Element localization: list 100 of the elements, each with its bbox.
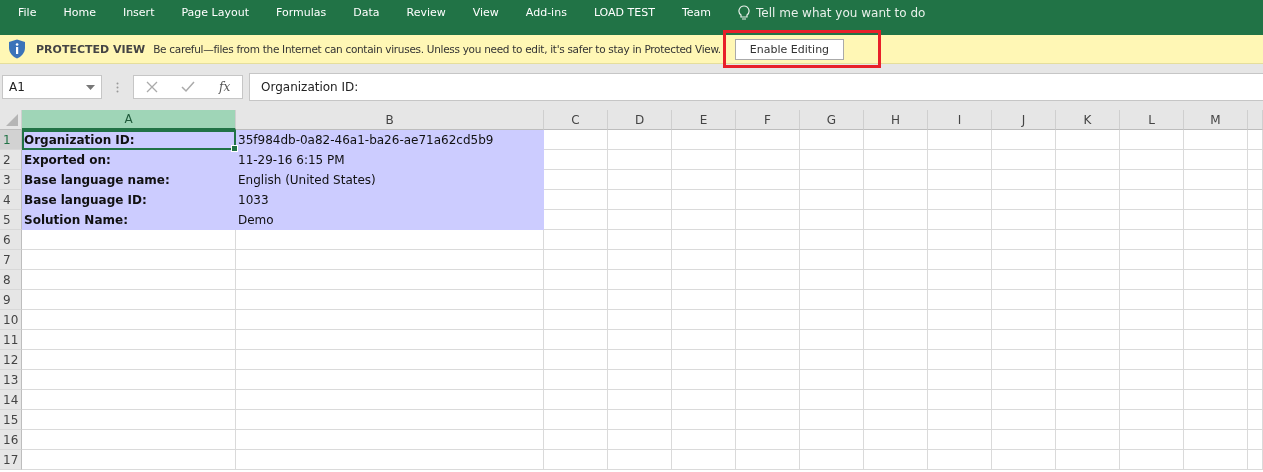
column-header[interactable]: B xyxy=(236,110,544,130)
table-cell xyxy=(736,150,800,170)
ribbon-tab[interactable]: Insert xyxy=(122,0,155,19)
table-cell xyxy=(608,350,672,370)
table-cell xyxy=(1056,370,1120,390)
protected-view-message: Be careful—files from the Internet can contain viruses. Unless you need to edit, it's safer to stay in Protected View. xyxy=(153,43,721,55)
row-header[interactable]: 11 xyxy=(0,330,22,350)
column-header[interactable]: D xyxy=(608,110,672,130)
check-icon[interactable] xyxy=(181,81,196,93)
table-cell xyxy=(1248,350,1263,370)
table-cell xyxy=(928,410,992,430)
table-cell: Base language name: xyxy=(22,170,236,190)
table-cell xyxy=(544,150,608,170)
column-header[interactable]: A xyxy=(22,110,236,130)
column-header[interactable]: H xyxy=(864,110,928,130)
table-cell xyxy=(736,350,800,370)
ribbon-tab[interactable]: Review xyxy=(406,0,446,19)
column-header[interactable]: L xyxy=(1120,110,1184,130)
table-cell xyxy=(544,130,608,150)
table-cell xyxy=(672,230,736,250)
table-cell: Demo xyxy=(236,210,544,230)
ribbon-tab[interactable]: Data xyxy=(353,0,380,19)
table-cell xyxy=(992,270,1056,290)
table-cell xyxy=(928,310,992,330)
ribbon-tab[interactable]: View xyxy=(472,0,499,19)
name-box[interactable]: A1 xyxy=(2,75,102,99)
table-cell xyxy=(736,370,800,390)
column-header[interactable]: G xyxy=(800,110,864,130)
ribbon-tab[interactable]: Home xyxy=(63,0,96,19)
corner-triangle-icon xyxy=(6,114,18,126)
column-header[interactable]: M xyxy=(1184,110,1248,130)
column-header[interactable]: I xyxy=(928,110,992,130)
table-cell xyxy=(736,310,800,330)
table-cell xyxy=(992,210,1056,230)
table-cell xyxy=(608,310,672,330)
table-cell xyxy=(1248,370,1263,390)
row-header[interactable]: 6 xyxy=(0,230,22,250)
ribbon-tab[interactable]: Formulas xyxy=(276,0,327,19)
table-cell xyxy=(672,210,736,230)
ribbon-tab[interactable]: Page Layout xyxy=(181,0,249,19)
ribbon-tab[interactable]: Add-ins xyxy=(525,0,567,19)
column-header[interactable]: E xyxy=(672,110,736,130)
row-header[interactable]: 5 xyxy=(0,210,22,230)
table-cell xyxy=(1184,190,1248,210)
table-cell xyxy=(544,250,608,270)
column-header[interactable]: K xyxy=(1056,110,1120,130)
table-cell xyxy=(928,190,992,210)
table-cell xyxy=(800,410,864,430)
insert-function-button[interactable]: fx xyxy=(219,80,231,94)
row-header[interactable]: 1 xyxy=(0,130,22,150)
row-header[interactable]: 4 xyxy=(0,190,22,210)
row-header[interactable]: 15 xyxy=(0,410,22,430)
table-cell xyxy=(1248,390,1263,410)
column-header[interactable]: C xyxy=(544,110,608,130)
row-header[interactable]: 14 xyxy=(0,390,22,410)
table-cell xyxy=(1056,250,1120,270)
column-header[interactable] xyxy=(1248,110,1263,130)
row-header[interactable]: 13 xyxy=(0,370,22,390)
table-cell xyxy=(800,190,864,210)
table-cell xyxy=(864,350,928,370)
table-cell xyxy=(608,250,672,270)
row-header[interactable]: 3 xyxy=(0,170,22,190)
table-cell xyxy=(1056,130,1120,150)
row-header[interactable]: 2 xyxy=(0,150,22,170)
row-header[interactable]: 17 xyxy=(0,450,22,470)
row-header[interactable]: 7 xyxy=(0,250,22,270)
row-header[interactable]: 9 xyxy=(0,290,22,310)
formula-field[interactable]: Organization ID: xyxy=(249,73,1263,101)
ribbon-tab[interactable]: File xyxy=(18,0,37,19)
table-cell xyxy=(1120,190,1184,210)
table-cell xyxy=(736,250,800,270)
table-cell xyxy=(672,270,736,290)
table-cell xyxy=(992,390,1056,410)
table-cell xyxy=(992,430,1056,450)
row-header[interactable]: 10 xyxy=(0,310,22,330)
table-cell xyxy=(928,330,992,350)
enable-editing-button[interactable]: Enable Editing xyxy=(734,38,845,60)
table-cell xyxy=(800,250,864,270)
tell-me-search[interactable]: Tell me what you want to do xyxy=(738,0,926,21)
table-cell xyxy=(800,450,864,470)
table-cell xyxy=(800,430,864,450)
table-cell xyxy=(1184,210,1248,230)
column-header[interactable]: F xyxy=(736,110,800,130)
select-all-corner[interactable] xyxy=(0,110,22,130)
row-header[interactable]: 8 xyxy=(0,270,22,290)
table-cell xyxy=(928,270,992,290)
column-header[interactable]: J xyxy=(992,110,1056,130)
table-cell xyxy=(544,430,608,450)
row-header[interactable]: 16 xyxy=(0,430,22,450)
table-cell xyxy=(544,290,608,310)
cancel-icon[interactable] xyxy=(145,81,158,93)
table-cell xyxy=(1120,430,1184,450)
fill-handle[interactable] xyxy=(231,145,238,152)
table-cell xyxy=(864,190,928,210)
table-cell xyxy=(672,250,736,270)
ribbon-tab[interactable]: Team xyxy=(681,0,712,19)
row-header[interactable]: 12 xyxy=(0,350,22,370)
ribbon-tab[interactable]: LOAD TEST xyxy=(593,0,655,19)
table-cell xyxy=(1184,450,1248,470)
table-cell xyxy=(864,450,928,470)
